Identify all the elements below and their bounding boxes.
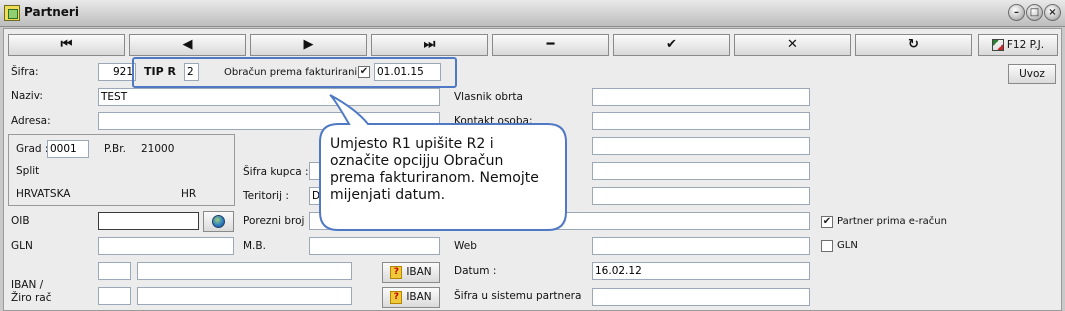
oib-field[interactable] — [98, 212, 199, 230]
iban-button-1[interactable]: ? IBAN — [382, 262, 440, 283]
porezni-field[interactable] — [309, 212, 810, 230]
first-record-button[interactable]: ⏮ — [8, 34, 125, 56]
extra-field-2[interactable] — [592, 187, 810, 205]
next-record-button[interactable]: ▶ — [250, 34, 367, 56]
web-label: Web — [454, 240, 477, 252]
title-bar — [0, 0, 1065, 27]
gln-checkbox-label: GLN — [837, 240, 858, 251]
extra-field-1[interactable] — [592, 162, 810, 180]
question-icon: ? — [390, 290, 403, 304]
ziro-label: Žiro rač — [11, 292, 52, 304]
sifra-sustav-field[interactable] — [592, 288, 810, 306]
f12-pj-button[interactable]: F12 P.J. — [978, 34, 1058, 56]
sifra-kupca-label: Šifra kupca : — [243, 166, 309, 178]
highlight-box — [132, 57, 457, 88]
sifra-label: Šifra: — [11, 66, 39, 78]
gln-checkbox[interactable] — [821, 240, 833, 252]
naziv-field[interactable]: TEST — [98, 88, 440, 106]
callout-line: označite opcijju Obračun — [330, 153, 504, 169]
adresa-field[interactable] — [98, 112, 440, 130]
sifra-sustav-label: Šifra u sistemu partnera — [454, 290, 582, 302]
iban-button-2[interactable]: ? IBAN — [382, 287, 440, 308]
iban-button-label: IBAN — [406, 291, 432, 303]
gln-label: GLN — [11, 240, 33, 252]
window-title: Partneri — [24, 5, 79, 19]
gln-field[interactable] — [98, 237, 234, 255]
city-value: Split — [16, 165, 40, 177]
kontakt-field[interactable] — [592, 112, 810, 130]
iban-button-label: IBAN — [406, 266, 432, 278]
close-button[interactable]: × — [1044, 4, 1061, 21]
kontakt-label: Kontakt osoba: — [454, 115, 533, 127]
oib-lookup-button[interactable] — [203, 211, 234, 232]
kontakt2-field[interactable] — [592, 137, 810, 155]
refresh-button[interactable]: ↻ — [855, 34, 972, 56]
partner-eracun-label: Partner prima e-račun — [837, 216, 947, 227]
web-field[interactable] — [592, 237, 810, 255]
sifra-field[interactable]: 921 — [98, 63, 136, 81]
partner-eracun-checkbox[interactable]: ✔ — [821, 216, 833, 228]
naziv-label: Naziv: — [11, 90, 43, 102]
previous-record-button[interactable]: ◀ — [129, 34, 246, 56]
callout-line: mijenjati datum. — [330, 187, 446, 203]
vlasnik-label: Vlasnik obrta — [454, 91, 523, 103]
porezni-label: Porezni broj : — [243, 215, 312, 227]
globe-icon — [212, 215, 225, 228]
vlasnik-field[interactable] — [592, 88, 810, 106]
confirm-button[interactable]: ✔ — [613, 34, 730, 56]
iban-code-1[interactable] — [98, 262, 131, 280]
minimize-button[interactable]: – — [1008, 4, 1025, 21]
mb-field[interactable] — [309, 237, 440, 255]
iban-code-2[interactable] — [98, 287, 131, 305]
teritorij-label: Teritorij : — [243, 190, 289, 202]
datum-field[interactable]: 16.02.12 — [592, 262, 810, 280]
last-record-button[interactable]: ⏭ — [371, 34, 488, 56]
iban-label: IBAN / — [11, 279, 44, 291]
grad-label: Grad : — [16, 143, 49, 155]
callout-line: prema fakturiranom. Nemojte — [330, 170, 539, 186]
delete-record-button[interactable]: ━ — [492, 34, 609, 56]
uvoz-button[interactable]: Uvoz — [1008, 64, 1056, 84]
country-code: HR — [181, 188, 197, 200]
iban-field-1[interactable] — [137, 262, 352, 280]
callout-text: Umjesto R1 upišite R2 i označite opcijju… — [330, 136, 555, 204]
network-icon — [991, 39, 1004, 51]
f12-label: F12 P.J. — [1006, 39, 1045, 51]
grad-field[interactable]: 0001 — [47, 140, 89, 158]
question-icon: ? — [390, 265, 403, 279]
callout-line: Umjesto R1 upišite R2 i — [330, 136, 494, 152]
mb-label: M.B. — [243, 240, 266, 252]
adresa-label: Adresa: — [11, 115, 51, 127]
maximize-button[interactable]: □ — [1026, 4, 1043, 21]
country-value: HRVATSKA — [16, 188, 71, 200]
oib-label: OIB — [11, 215, 30, 227]
iban-field-2[interactable] — [137, 287, 352, 305]
pbr-value: 21000 — [141, 143, 175, 155]
cancel-button[interactable]: ✕ — [734, 34, 851, 56]
pbr-label: P.Br. — [104, 143, 126, 155]
datum-label: Datum : — [454, 265, 497, 277]
app-icon — [4, 5, 20, 21]
